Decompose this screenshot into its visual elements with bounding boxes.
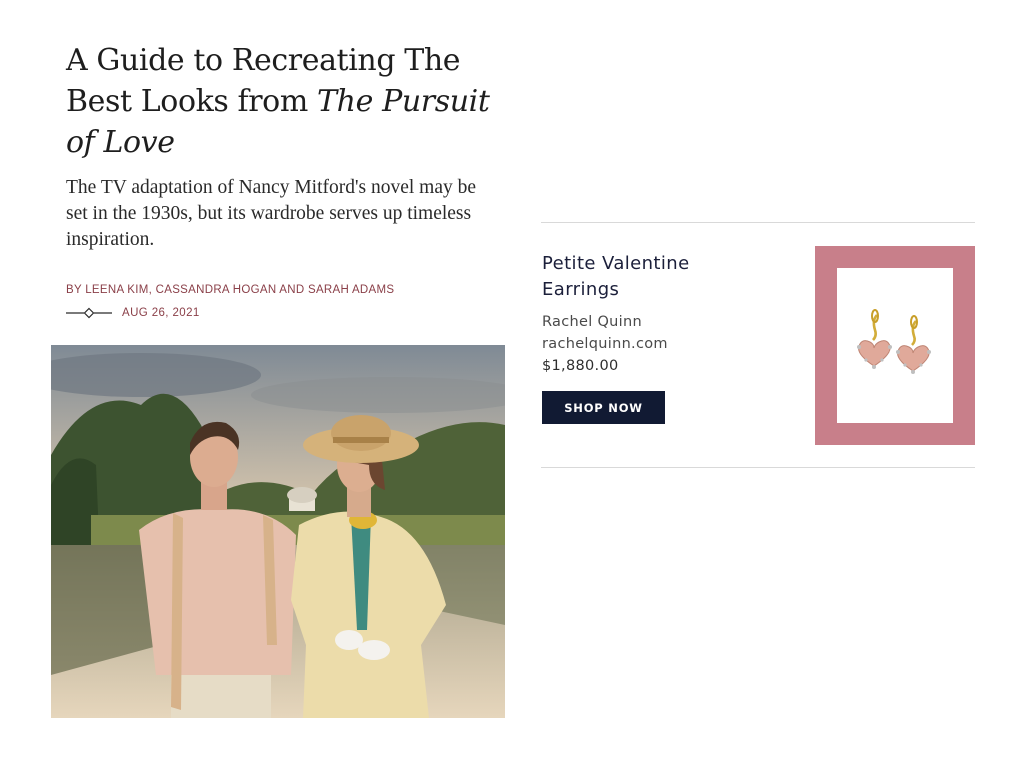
article-date-row: AUG 26, 2021 bbox=[66, 305, 200, 321]
heart-earrings-icon bbox=[857, 309, 931, 374]
product-image-frame[interactable] bbox=[815, 246, 975, 445]
product-name[interactable]: Petite Valentine Earrings bbox=[542, 251, 772, 303]
shop-now-button[interactable]: SHOP NOW bbox=[542, 391, 665, 424]
product-price: $1,880.00 bbox=[542, 358, 619, 374]
product-divider-top bbox=[541, 222, 975, 223]
product-retailer[interactable]: rachelquinn.com bbox=[542, 336, 668, 352]
article-headline: A Guide to Recreating The Best Looks fro… bbox=[66, 40, 506, 163]
hero-photo-illustration bbox=[51, 345, 505, 718]
product-divider-bottom bbox=[541, 467, 975, 468]
article-byline[interactable]: BY LEENA KIM, CASSANDRA HOGAN AND SARAH … bbox=[66, 284, 394, 296]
product-image[interactable] bbox=[837, 268, 953, 423]
product-brand: Rachel Quinn bbox=[542, 314, 642, 330]
line-diamond-ornament-icon bbox=[66, 307, 112, 319]
article-hero-image[interactable] bbox=[51, 345, 505, 718]
article-dek: The TV adaptation of Nancy Mitford's nov… bbox=[66, 177, 477, 250]
article-date: AUG 26, 2021 bbox=[122, 307, 200, 319]
